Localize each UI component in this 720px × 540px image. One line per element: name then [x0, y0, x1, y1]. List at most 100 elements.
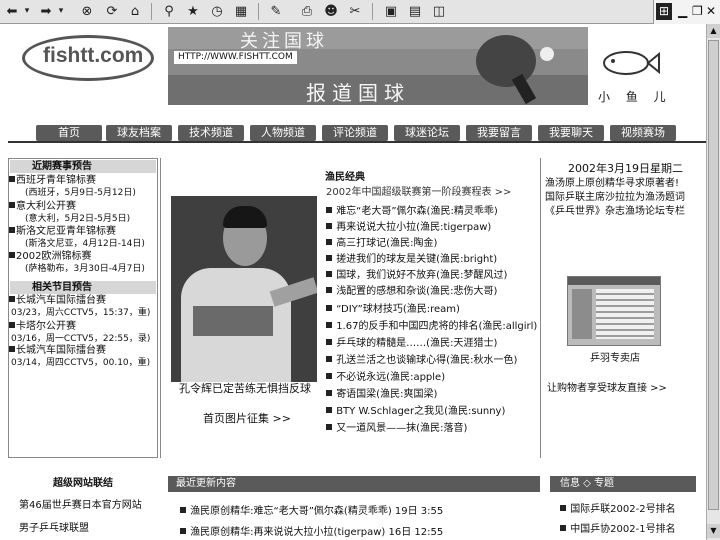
tools-icon[interactable]: ◫ [430, 3, 448, 20]
search-icon[interactable]: ⚲ [160, 3, 178, 20]
featured-photo[interactable] [171, 196, 317, 382]
bullet-icon [326, 373, 332, 379]
list-item[interactable]: 难忘“老大哥”佩尔森(渔民:精灵乖乖) [326, 205, 498, 218]
minimize-icon[interactable]: ▁ [678, 3, 687, 20]
scroll-down-icon[interactable]: ▼ [707, 524, 720, 538]
nav-tab-comment[interactable]: 评论频道 [322, 125, 388, 141]
edit-icon[interactable]: ✎ [267, 3, 285, 20]
history-icon[interactable]: ◷ [208, 3, 226, 20]
messenger-icon[interactable]: ☻ [322, 3, 340, 20]
bullet-icon [9, 296, 15, 302]
update-item[interactable]: 渔民原创精华:难忘“老大哥”佩尔森(精灵乖乖) 19日 3:55 [180, 502, 443, 517]
partner-link[interactable]: 第46届世乒赛日本官方网站 [19, 496, 142, 511]
list-item[interactable]: BTY W.Schlager之我见(渔民:sunny) [326, 405, 505, 418]
nav-tab-chat[interactable]: 我要聊天 [538, 125, 604, 141]
list-item-detail: 03/14，周四CCTV5，00.10，重) [11, 358, 151, 368]
list-item[interactable]: 长城汽车国际擂台赛 [9, 295, 159, 307]
web-page: fishtt.com 关注国球 HTTP://WWW.FISHTT.COM 报道… [0, 24, 706, 540]
toolbar-separator [151, 3, 152, 20]
update-item[interactable]: 渔民原创精华:再来说说大拉小拉(tigerpaw) 16日 12:55 [180, 523, 443, 538]
list-item[interactable]: 高三打球记(渔民:陶金) [326, 237, 437, 250]
list-item[interactable]: “DIY”球材技巧(渔民:ream) [326, 303, 460, 316]
nav-tab-home[interactable]: 首页 [36, 125, 102, 141]
bullet-icon [9, 252, 15, 258]
nav-tab-video[interactable]: 视频赛场 [610, 125, 676, 141]
bullet-icon [326, 407, 332, 413]
bullet-icon [326, 255, 332, 261]
list-item-detail: 03/16，周一CCTV5，22:55，录) [11, 334, 151, 344]
bullet-icon [9, 322, 15, 328]
discuss-icon[interactable]: ✂ [346, 3, 364, 20]
info-item[interactable]: 中国乒协2002-1号排名 [560, 520, 676, 535]
restore-icon[interactable]: ❐ [692, 3, 703, 20]
channels-icon[interactable]: ▦ [232, 3, 250, 20]
list-item[interactable]: 1.67的反手和中国四虎将的排名(渔民:allgirl) [326, 320, 537, 333]
column-divider [160, 158, 161, 458]
list-item[interactable]: 搓进我们的球友是关键(渔民:bright) [326, 253, 497, 266]
back-dropdown-icon[interactable]: ▾ [22, 3, 32, 20]
forward-dropdown-icon[interactable]: ▾ [56, 3, 66, 20]
browser-toolbar: ⬅ ▾ ➡ ▾ ⊗ ⟳ ⌂ ⚲ ★ ◷ ▦ ✎ ⎙ ☻ ✂ ▣ ▤ ◫ ⊞ ▁ … [0, 0, 720, 24]
banner-title-bottom: 报道国球 [306, 81, 410, 105]
bullet-icon [180, 507, 186, 513]
scroll-thumb[interactable] [708, 40, 719, 510]
nav-tab-message[interactable]: 我要留言 [466, 125, 532, 141]
home-icon[interactable]: ⌂ [126, 3, 144, 20]
list-item[interactable]: 浅配置的感想和杂谈(渔民:悲伤大哥) [326, 285, 497, 298]
right-news-item[interactable]: 国际乒联主席沙拉拉为渔汤题词 [545, 191, 685, 205]
right-news-item[interactable]: 渔汤原上原创精华寻求原著者! [545, 177, 679, 191]
header-banner[interactable]: 关注国球 HTTP://WWW.FISHTT.COM 报道国球 [168, 27, 588, 105]
list-item[interactable]: 西班牙青年锦标赛 [9, 175, 159, 187]
site-logo[interactable]: fishtt.com [22, 35, 154, 81]
nav-tab-tech[interactable]: 技术频道 [178, 125, 244, 141]
close-icon[interactable]: ✕ [706, 3, 716, 20]
list-item[interactable]: 又一道风景——抹(渔民:落音) [326, 422, 467, 435]
toolbar-separator [258, 3, 259, 20]
photo-caption: 孔令辉已定苦练无惧挡反球 [179, 382, 311, 395]
partner-link[interactable]: 男子乒乓球联盟 [19, 519, 89, 534]
right-news-item[interactable]: 《乒乓世界》杂志渔场论坛专栏 [545, 205, 685, 219]
news-icon[interactable]: ▣ [382, 3, 400, 20]
vertical-scrollbar[interactable]: ▲ ▼ [706, 24, 720, 540]
program-title: 相关节目预告 [10, 281, 156, 294]
list-item-detail: (西班牙，5月9日-5月12日) [25, 188, 136, 198]
list-item[interactable]: 不必说永远(渔民:apple) [326, 371, 445, 384]
recent-events-title: 近期赛事预告 [10, 160, 156, 173]
shop-thumbnail[interactable] [567, 276, 661, 346]
bullet-icon [326, 339, 332, 345]
favorites-icon[interactable]: ★ [184, 3, 202, 20]
list-item[interactable]: 孔送兰活之也谈输球心得(渔民:秋水一色) [326, 354, 517, 367]
scroll-up-icon[interactable]: ▲ [707, 24, 720, 38]
list-item[interactable]: 寄语国梁(渔民:爽国梁) [326, 388, 437, 401]
refresh-icon[interactable]: ⟳ [103, 3, 121, 20]
forward-icon[interactable]: ➡ [38, 3, 54, 20]
list-item[interactable]: 意大利公开赛 [9, 201, 159, 213]
bullet-icon [9, 227, 15, 233]
bullet-icon [326, 223, 332, 229]
banner-title-top: 关注国球 [240, 31, 328, 52]
bullet-icon [326, 424, 332, 430]
list-item[interactable]: 卡塔尔公开赛 [9, 321, 159, 333]
shop-caption[interactable]: 乒羽专卖店 [590, 349, 640, 364]
photo-collection-link[interactable]: 首页图片征集 >> [203, 410, 291, 426]
list-item[interactable]: 国球，我们说好不放弃(渔民:梦醒风过) [326, 269, 507, 282]
list-item-detail: (萨格勒布，3月30日-4月7日) [25, 264, 145, 274]
info-title: 信息 ◇ 专题 [550, 476, 696, 492]
calculator-icon[interactable]: ▤ [406, 3, 424, 20]
shop-link[interactable]: 让购物者享受球友直接 >> [547, 379, 667, 394]
nav-tab-people[interactable]: 人物频道 [250, 125, 316, 141]
list-item[interactable]: 斯洛文尼亚青年锦标赛 [9, 226, 159, 238]
list-item[interactable]: 乒乓球的精髓是……(渔民:天涯猎士) [326, 337, 497, 350]
list-item[interactable]: 再来说说大拉小拉(渔民:tigerpaw) [326, 221, 491, 234]
stop-icon[interactable]: ⊗ [78, 3, 96, 20]
info-item[interactable]: 国际乒联2002-2号排名 [560, 500, 676, 515]
print-icon[interactable]: ⎙ [298, 3, 316, 20]
nav-tab-forum[interactable]: 球迷论坛 [394, 125, 460, 141]
list-item[interactable]: 长城汽车国际擂台赛 [9, 345, 159, 357]
nav-tab-profiles[interactable]: 球友档案 [106, 125, 172, 141]
back-icon[interactable]: ⬅ [4, 3, 20, 20]
list-item-detail: (斯洛文尼亚，4月12日-14日) [25, 239, 145, 249]
list-item[interactable]: 2002欧洲锦标赛 [9, 251, 159, 263]
classics-title: 渔民经典 [325, 172, 365, 183]
schedule-link[interactable]: 2002年中国超级联赛第一阶段赛程表 >> [326, 186, 511, 199]
